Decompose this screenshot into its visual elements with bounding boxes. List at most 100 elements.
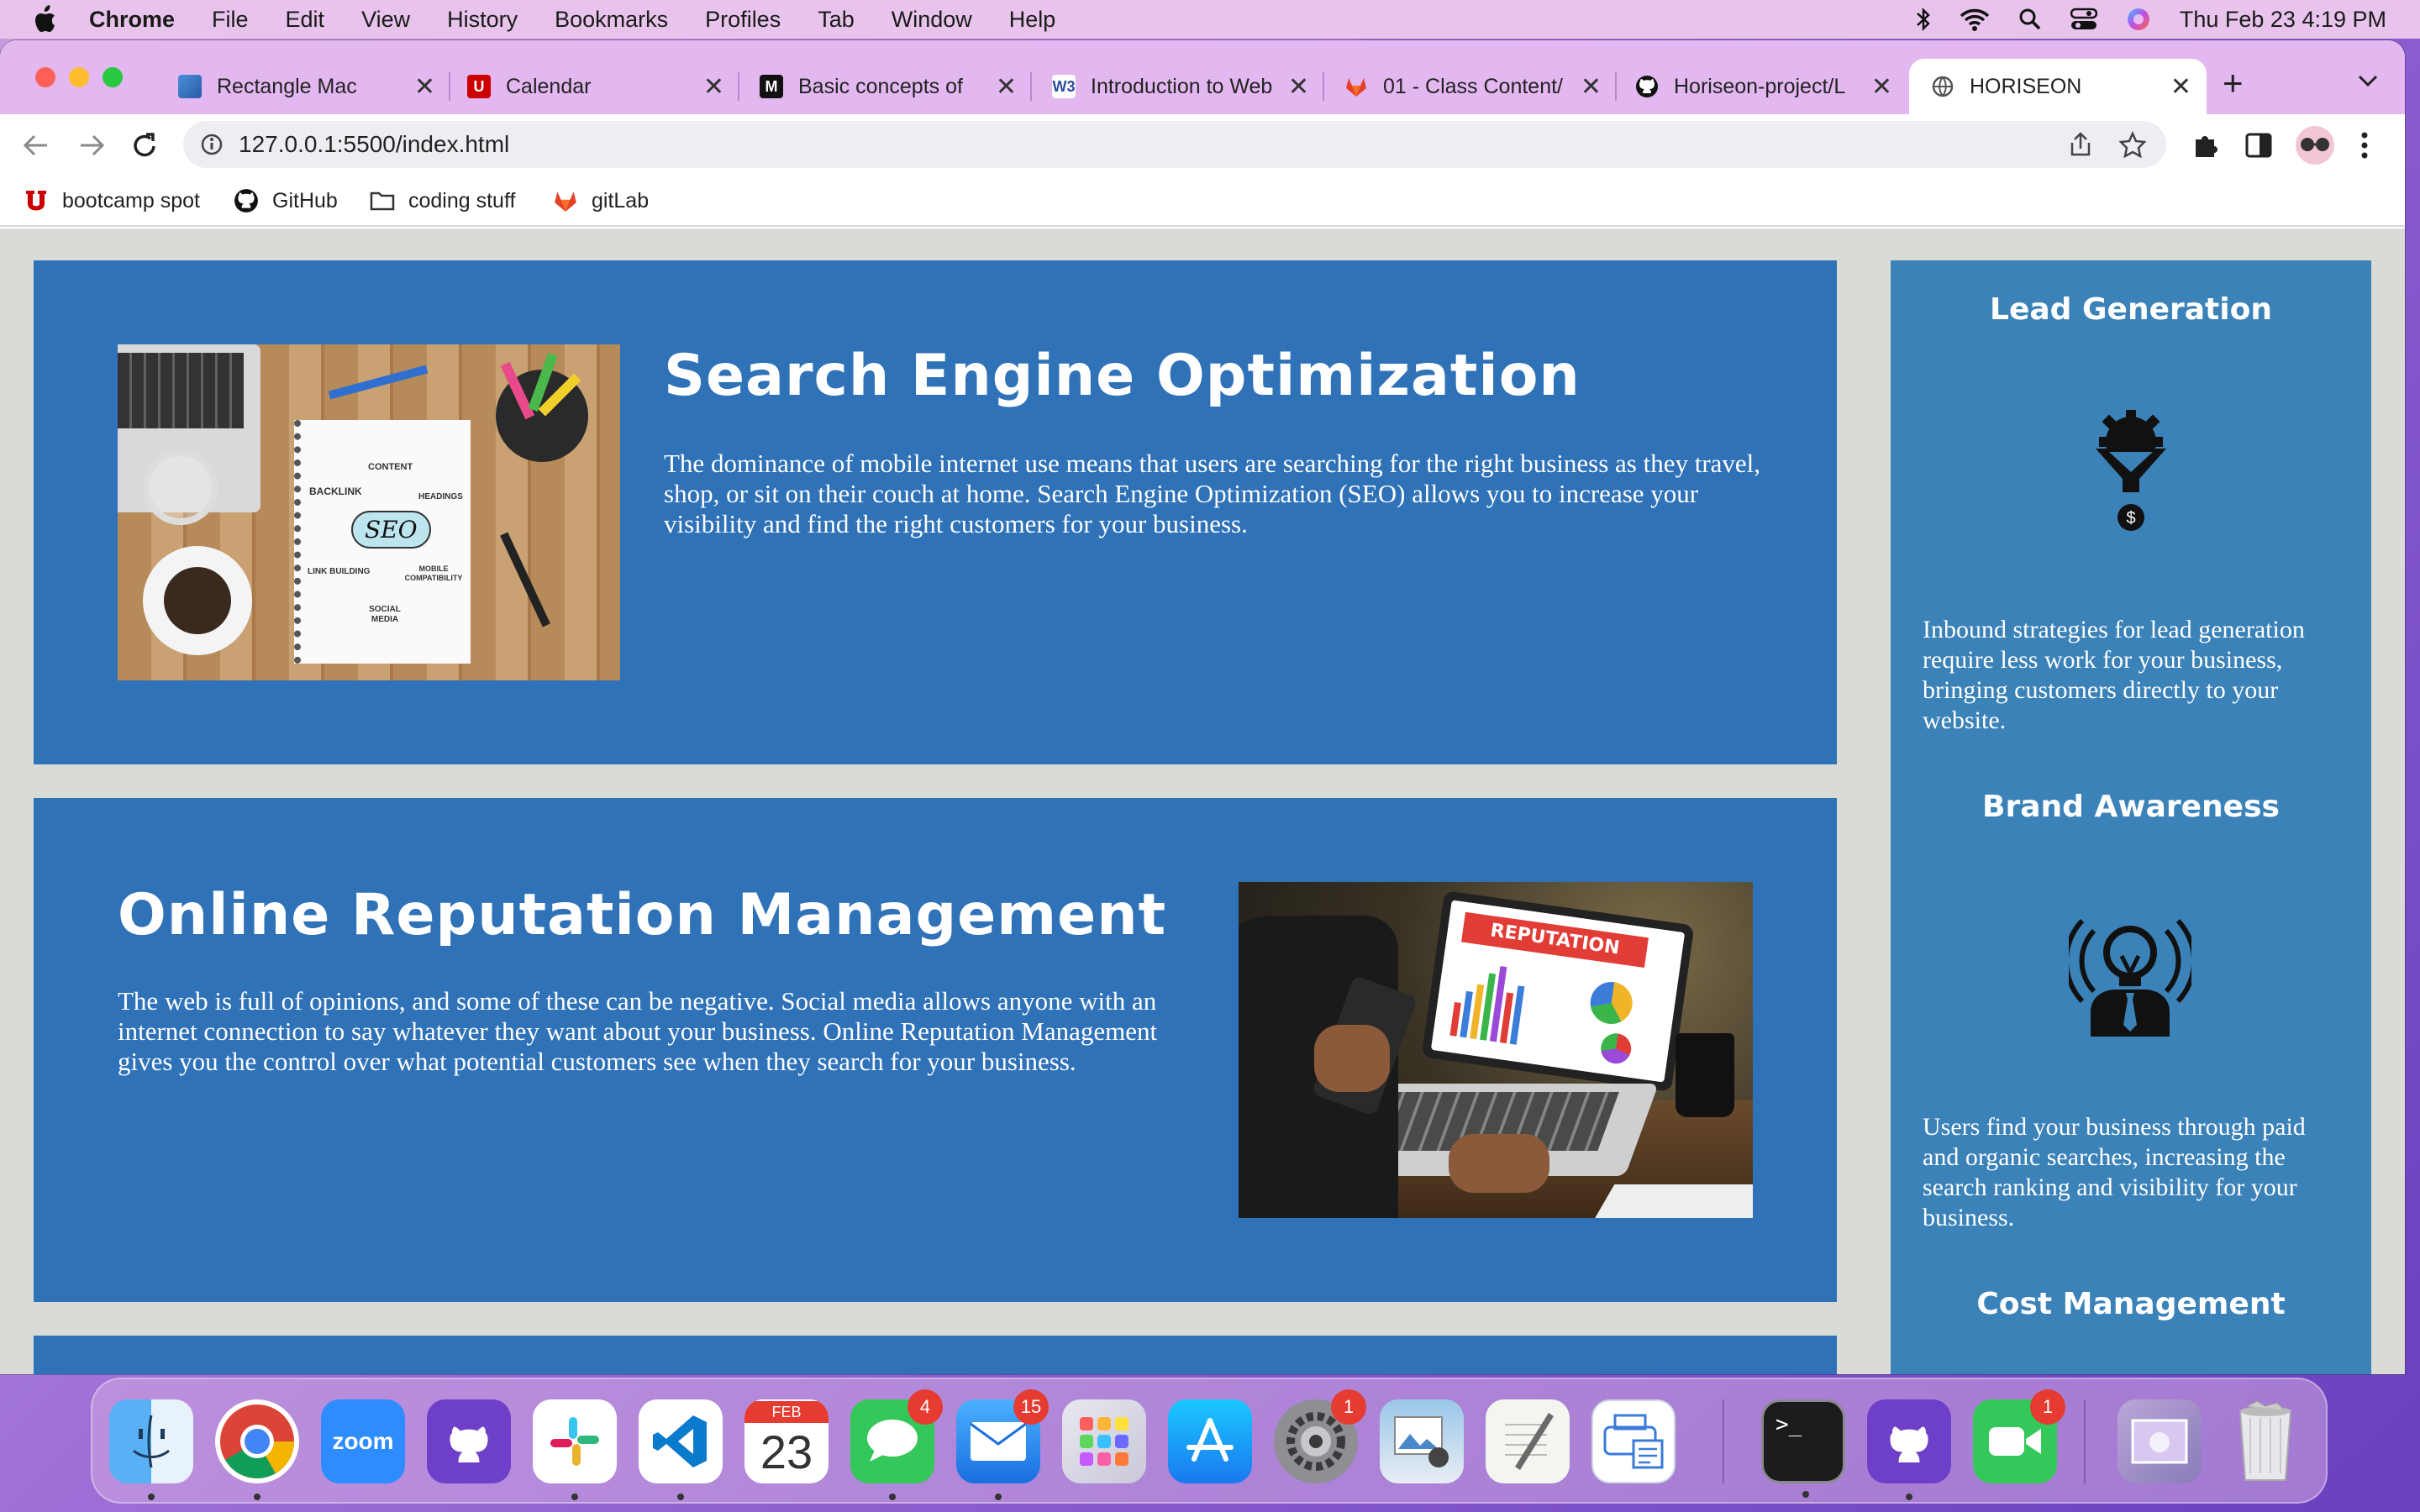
side-panel-icon[interactable] — [2245, 133, 2272, 158]
dock-print-center[interactable] — [1591, 1399, 1676, 1483]
running-indicator — [1906, 1494, 1912, 1500]
tab-introduction-to-web[interactable]: W3 Introduction to Web ✕ — [1039, 59, 1324, 114]
dock-trash[interactable] — [2223, 1399, 2307, 1483]
globe-icon — [1931, 75, 1954, 98]
menu-clock[interactable]: Thu Feb 23 4:19 PM — [2180, 7, 2386, 33]
tab-close-icon[interactable]: ✕ — [1288, 72, 1309, 102]
brand-awareness-heading: Brand Awareness — [1982, 790, 2280, 824]
profile-avatar[interactable] — [2296, 126, 2334, 165]
dock-launchpad[interactable] — [1062, 1399, 1146, 1483]
mail-envelope-icon — [970, 1422, 1027, 1461]
tab-title: Calendar — [506, 74, 592, 98]
address-bar[interactable]: 127.0.0.1:5500/index.html — [183, 121, 2166, 168]
github-icon — [1635, 75, 1659, 98]
extensions-puzzle-icon[interactable] — [2191, 131, 2220, 160]
forward-arrow-icon[interactable] — [77, 133, 106, 158]
dock-finder[interactable] — [109, 1399, 193, 1500]
menu-window[interactable]: Window — [892, 7, 972, 33]
dock-system-settings[interactable]: 1 — [1274, 1389, 1366, 1483]
zoom-label: zoom — [332, 1428, 394, 1454]
zoom-window-button[interactable] — [103, 67, 123, 87]
menu-profiles[interactable]: Profiles — [705, 7, 781, 33]
dock-github-desktop[interactable] — [427, 1399, 511, 1483]
tab-title: Rectangle Mac — [217, 74, 357, 98]
terminal-prompt: >_ — [1776, 1412, 1802, 1437]
dock-chrome[interactable] — [215, 1399, 299, 1500]
vscode-icon — [653, 1415, 707, 1467]
dock-downloads-stack[interactable] — [2118, 1399, 2202, 1483]
address-text[interactable]: 127.0.0.1:5500/index.html — [239, 131, 509, 158]
tab-close-icon[interactable]: ✕ — [414, 72, 435, 102]
dock-preview[interactable] — [1380, 1399, 1464, 1483]
apple-menu-icon[interactable] — [34, 5, 59, 34]
reload-icon[interactable] — [131, 131, 158, 160]
dock-textedit[interactable] — [1486, 1399, 1570, 1483]
bluetooth-icon[interactable] — [1916, 7, 1931, 32]
tab-close-icon[interactable]: ✕ — [1871, 72, 1892, 102]
share-icon[interactable] — [2069, 131, 2092, 158]
site-info-icon[interactable] — [200, 133, 224, 156]
svg-text:$: $ — [2126, 509, 2135, 528]
bookmark-star-icon[interactable] — [2119, 131, 2146, 158]
tab-calendar[interactable]: U Calendar ✕ — [454, 59, 739, 114]
menu-history[interactable]: History — [447, 7, 518, 33]
menu-bookmarks[interactable]: Bookmarks — [555, 7, 668, 33]
dock-zoom[interactable]: zoom — [321, 1399, 405, 1483]
tab-search-chevron-icon[interactable] — [2357, 74, 2379, 87]
bookmark-folder-coding-stuff[interactable]: coding stuff — [370, 188, 515, 213]
dock-facetime[interactable]: 1 — [1973, 1389, 2065, 1483]
siri-icon[interactable] — [2126, 7, 2151, 32]
wifi-icon[interactable] — [1960, 8, 1990, 31]
menu-view[interactable]: View — [361, 7, 410, 33]
menu-app-name[interactable]: Chrome — [89, 7, 175, 33]
dock-calendar[interactable]: FEB 23 — [744, 1399, 829, 1483]
dock-vscode[interactable] — [639, 1399, 723, 1500]
calendar-day: 23 — [760, 1425, 813, 1478]
tab-horiseon-project[interactable]: Horiseon-project/L ✕ — [1622, 59, 1907, 114]
spotlight-search-icon[interactable] — [2018, 8, 2042, 31]
tab-strip: Rectangle Mac ✕ U Calendar ✕ M Basic con… — [0, 40, 2405, 114]
chrome-menu-icon[interactable] — [2360, 131, 2370, 160]
dock-messages[interactable]: 4 — [850, 1389, 943, 1500]
reputation-image: REPUTATION — [1239, 882, 1753, 1218]
menu-edit[interactable]: Edit — [286, 7, 325, 33]
bookmark-gitlab[interactable]: gitLab — [553, 188, 649, 213]
tab-close-icon[interactable]: ✕ — [703, 72, 724, 102]
tab-close-icon[interactable]: ✕ — [1581, 72, 1602, 102]
github-desktop-icon — [1890, 1426, 1928, 1462]
dock-separator — [1723, 1399, 1724, 1483]
tab-horiseon[interactable]: HORISEON ✕ — [1909, 59, 2207, 114]
dock-app-store[interactable] — [1168, 1399, 1252, 1483]
back-arrow-icon[interactable] — [22, 133, 50, 158]
utah-u-icon — [26, 191, 46, 211]
bookmark-bootcamp-spot[interactable]: bootcamp spot — [24, 188, 200, 213]
cost-management-heading: Cost Management — [1976, 1287, 2286, 1321]
seo-heading: Search Engine Optimization — [664, 343, 1581, 409]
new-tab-button[interactable]: + — [2223, 66, 2244, 101]
tab-separator — [449, 72, 450, 101]
image-word: MOBILE COMPATIBILITY — [404, 564, 463, 582]
dock-github-desktop-2[interactable] — [1867, 1399, 1951, 1500]
tab-class-content[interactable]: 01 - Class Content/ ✕ — [1331, 59, 1617, 114]
github-icon — [234, 189, 258, 213]
tab-rectangle-mac[interactable]: Rectangle Mac ✕ — [165, 59, 450, 114]
menu-tab[interactable]: Tab — [818, 7, 855, 33]
close-window-button[interactable] — [35, 67, 55, 87]
minimize-window-button[interactable] — [69, 67, 89, 87]
menu-help[interactable]: Help — [1009, 7, 1056, 33]
running-indicator — [254, 1494, 260, 1500]
menu-file[interactable]: File — [212, 7, 249, 33]
w3schools-icon: W3 — [1052, 75, 1076, 98]
dock-slack[interactable] — [533, 1399, 617, 1500]
messages-badge: 4 — [908, 1389, 943, 1425]
tab-close-icon[interactable]: ✕ — [2170, 72, 2191, 102]
bookmark-github[interactable]: GitHub — [234, 188, 338, 213]
dock-mail[interactable]: 15 — [956, 1389, 1049, 1500]
textedit-pen-icon — [1505, 1413, 1554, 1470]
control-center-icon[interactable] — [2070, 8, 2097, 31]
launchpad-grid-icon — [1080, 1417, 1128, 1466]
tab-title: 01 - Class Content/ — [1383, 74, 1563, 98]
tab-basic-concepts[interactable]: M Basic concepts of f ✕ — [746, 59, 1032, 114]
dock-terminal[interactable]: >_ — [1761, 1399, 1845, 1498]
tab-close-icon[interactable]: ✕ — [996, 72, 1017, 102]
